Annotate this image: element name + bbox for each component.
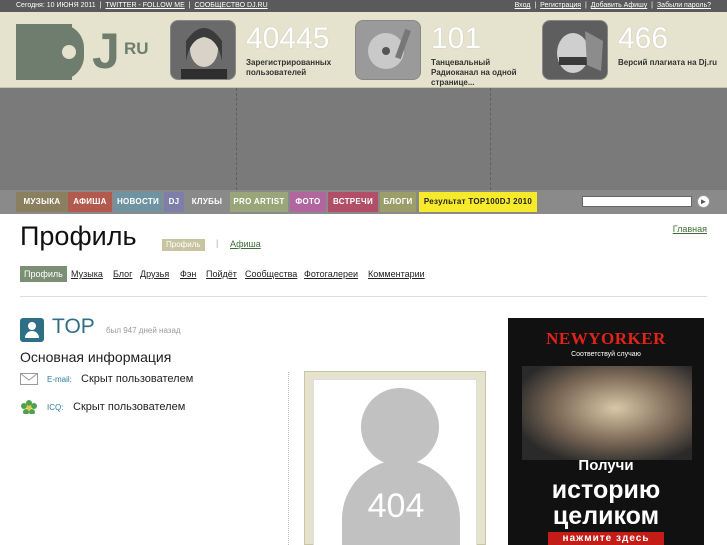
stat-plagiarism-thumb [542, 20, 608, 80]
avatar-frame: 404 [304, 371, 486, 545]
ad-photo [522, 366, 692, 460]
nav-item[interactable]: МУЗЫКА [16, 192, 68, 212]
profile-tab[interactable]: Комментарии [368, 266, 425, 282]
stat-users[interactable]: 40445 Зарегистрированных пользователей [170, 20, 350, 84]
stat-radio-thumb [355, 20, 421, 80]
divider [20, 296, 707, 297]
nav-item[interactable]: ВСТРЕЧИ [328, 192, 378, 212]
avatar-code: 404 [367, 487, 425, 525]
arrow-right-icon: ► [699, 197, 708, 206]
face-thumb-icon [543, 21, 607, 79]
icq-label: ICQ: [47, 403, 64, 412]
profile-tab[interactable]: Блог [113, 266, 132, 282]
login-link[interactable]: Вход [515, 2, 531, 9]
logo-letters: J [92, 23, 120, 79]
twitter-link[interactable]: TWITTER - FOLLOW ME [105, 2, 184, 9]
stat-plagiarism-caption: Версий плагиата на Dj.ru [618, 58, 717, 67]
profile-tab[interactable]: Фэн [180, 266, 196, 282]
profile-tab[interactable]: Друзья [140, 266, 169, 282]
ad-band-divider [490, 88, 491, 190]
icq-row: ICQ: Скрыт пользователем [20, 399, 280, 415]
profile-tab[interactable]: Сообщества [245, 266, 297, 282]
email-value: Скрыт пользователем [81, 373, 194, 385]
logo-suffix: RU [124, 39, 149, 58]
stat-radio-caption: Танцевальный Радиоканал на одной страниц… [431, 58, 517, 87]
nav-item[interactable]: Результат TOP100DJ 2010 [419, 192, 537, 212]
add-poster-link[interactable]: Добавить Афишу [591, 2, 647, 9]
user-icon [20, 318, 44, 342]
site-logo[interactable]: J RU [16, 24, 156, 80]
top-bar: Сегодня: 10 ИЮНЯ 2011 | TWITTER - FOLLOW… [0, 0, 727, 12]
nav-item[interactable]: КЛУБЫ [186, 192, 228, 212]
last-seen-text: был 947 дней назад [106, 326, 181, 335]
banner-ad[interactable]: NEWYORKER Соответствуй случаю Получи ист… [508, 318, 704, 545]
top-bar-right: Вход | Регистрация | Добавить Афишу | За… [514, 2, 711, 9]
page-title: Профиль [20, 221, 137, 251]
stat-users-caption: Зарегистрированных пользователей [246, 58, 332, 77]
turntable-thumb-icon [356, 21, 420, 79]
register-link[interactable]: Регистрация [540, 2, 581, 9]
icq-value: Скрыт пользователем [73, 401, 186, 413]
search-go-button[interactable]: ► [697, 195, 710, 208]
site-header: J RU 40445 Зарегистрированных пользовате… [0, 12, 727, 88]
avatar[interactable]: 404 [313, 379, 477, 545]
ad-band [0, 88, 727, 190]
stat-plagiarism-value: 466 [618, 22, 669, 55]
nav-item[interactable]: НОВОСТИ [114, 192, 162, 212]
nav-item[interactable]: АФИША [68, 192, 112, 212]
section-title: Основная информация [20, 349, 172, 365]
nav-item[interactable]: БЛОГИ [380, 192, 416, 212]
stat-radio[interactable]: 101 Танцевальный Радиоканал на одной стр… [355, 20, 535, 87]
ad-brand: NEWYORKER [546, 329, 666, 348]
profile-tab[interactable]: Профиль [20, 266, 67, 282]
portrait-thumb-icon [171, 21, 235, 79]
nav-item[interactable]: PRO ARTIST [230, 192, 288, 212]
stat-users-value: 40445 [246, 22, 330, 55]
ad-line-1: Получи [578, 457, 634, 474]
user-name: TOP [52, 315, 95, 338]
profile-tab[interactable]: Пойдёт [206, 266, 237, 282]
date-text: Сегодня: 10 ИЮНЯ 2011 [16, 2, 96, 9]
main-nav: МУЗЫКА АФИША НОВОСТИ DJ КЛУБЫ PRO ARTIST ФОТО В… [0, 190, 727, 214]
icq-flower-icon [21, 400, 37, 414]
stat-plagiarism[interactable]: 466 Версий плагиата на Dj.ru [542, 20, 722, 84]
community-link[interactable]: СООБЩЕСТВО DJ.RU [194, 2, 267, 9]
forgot-password-link[interactable]: Забыли пароль? [657, 2, 711, 9]
envelope-icon [20, 373, 38, 385]
avatar-placeholder-icon [361, 388, 439, 466]
top-bar-left: Сегодня: 10 ИЮНЯ 2011 | TWITTER - FOLLOW… [16, 2, 268, 9]
ad-cta-button[interactable]: нажмите здесь [548, 532, 664, 545]
afisha-link[interactable]: Афиша [230, 239, 261, 249]
profile-tab[interactable]: Фотогалереи [304, 266, 358, 282]
ad-line-2: историю [551, 476, 661, 504]
email-label: E-mail: [47, 375, 72, 384]
ad-slogan: Соответствуй случаю [571, 351, 641, 358]
stat-users-thumb [170, 20, 236, 80]
home-link[interactable]: Главная [673, 224, 707, 234]
profile-pill[interactable]: Профиль [162, 239, 205, 251]
email-row: E-mail: Скрыт пользователем [20, 371, 280, 387]
column-divider [288, 372, 289, 545]
ad-band-divider [236, 88, 237, 190]
search-input[interactable] [582, 196, 692, 207]
pipe-separator: | [216, 238, 219, 248]
nav-item[interactable]: ФОТО [290, 192, 326, 212]
nav-item[interactable]: DJ [164, 192, 184, 212]
stat-radio-value: 101 [431, 22, 482, 55]
profile-tab[interactable]: Музыка [71, 266, 103, 282]
ad-line-3: целиком [552, 502, 660, 530]
